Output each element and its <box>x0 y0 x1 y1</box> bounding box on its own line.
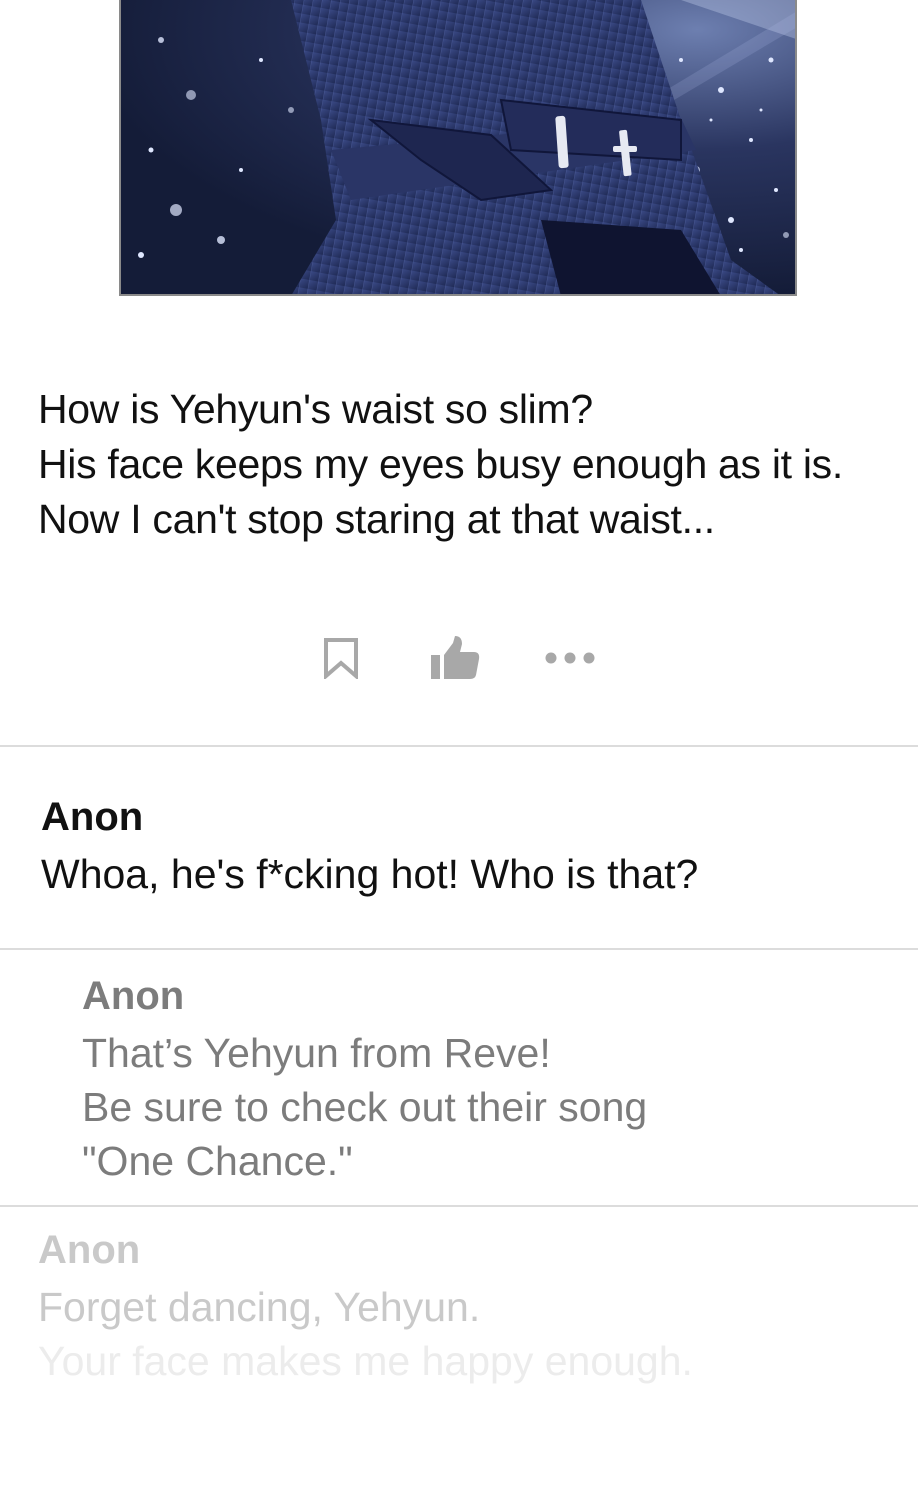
bookmark-button[interactable] <box>316 630 366 686</box>
comment-text: Your face makes me happy enough. <box>38 1338 693 1384</box>
comment-text: Be sure to check out their song <box>82 1084 648 1130</box>
manga-panel-art <box>121 0 795 294</box>
comment-reply: Anon That’s Yehyun from Reve! Be sure to… <box>82 972 647 1188</box>
comment: Anon Whoa, he's f*cking hot! Who is that… <box>41 793 698 901</box>
more-dots-icon <box>545 652 595 664</box>
divider <box>0 745 918 747</box>
thumbs-up-icon <box>431 636 480 679</box>
comment-author[interactable]: Anon <box>41 793 698 841</box>
caption-line: How is Yehyun's waist so slim? <box>38 386 593 432</box>
post-caption: How is Yehyun's waist so slim? His face … <box>38 382 908 547</box>
comment-author[interactable]: Anon <box>82 972 647 1020</box>
comment-text: Forget dancing, Yehyun. <box>38 1284 481 1330</box>
comment-text: "One Chance." <box>82 1138 353 1184</box>
divider <box>0 948 918 950</box>
caption-line: Now I can't stop staring at that waist..… <box>38 496 715 542</box>
like-button[interactable] <box>426 630 484 686</box>
comment-text: That’s Yehyun from Reve! <box>82 1030 551 1076</box>
caption-line: His face keeps my eyes busy enough as it… <box>38 441 843 487</box>
more-options-button[interactable] <box>538 630 602 686</box>
comment-author[interactable]: Anon <box>38 1226 693 1274</box>
bookmark-icon <box>324 638 358 679</box>
divider <box>0 1205 918 1207</box>
comment: Anon Forget dancing, Yehyun. Your face m… <box>38 1226 693 1388</box>
post-image[interactable] <box>119 0 797 296</box>
post-action-bar <box>0 630 918 686</box>
comment-text: Whoa, he's f*cking hot! Who is that? <box>41 851 699 897</box>
